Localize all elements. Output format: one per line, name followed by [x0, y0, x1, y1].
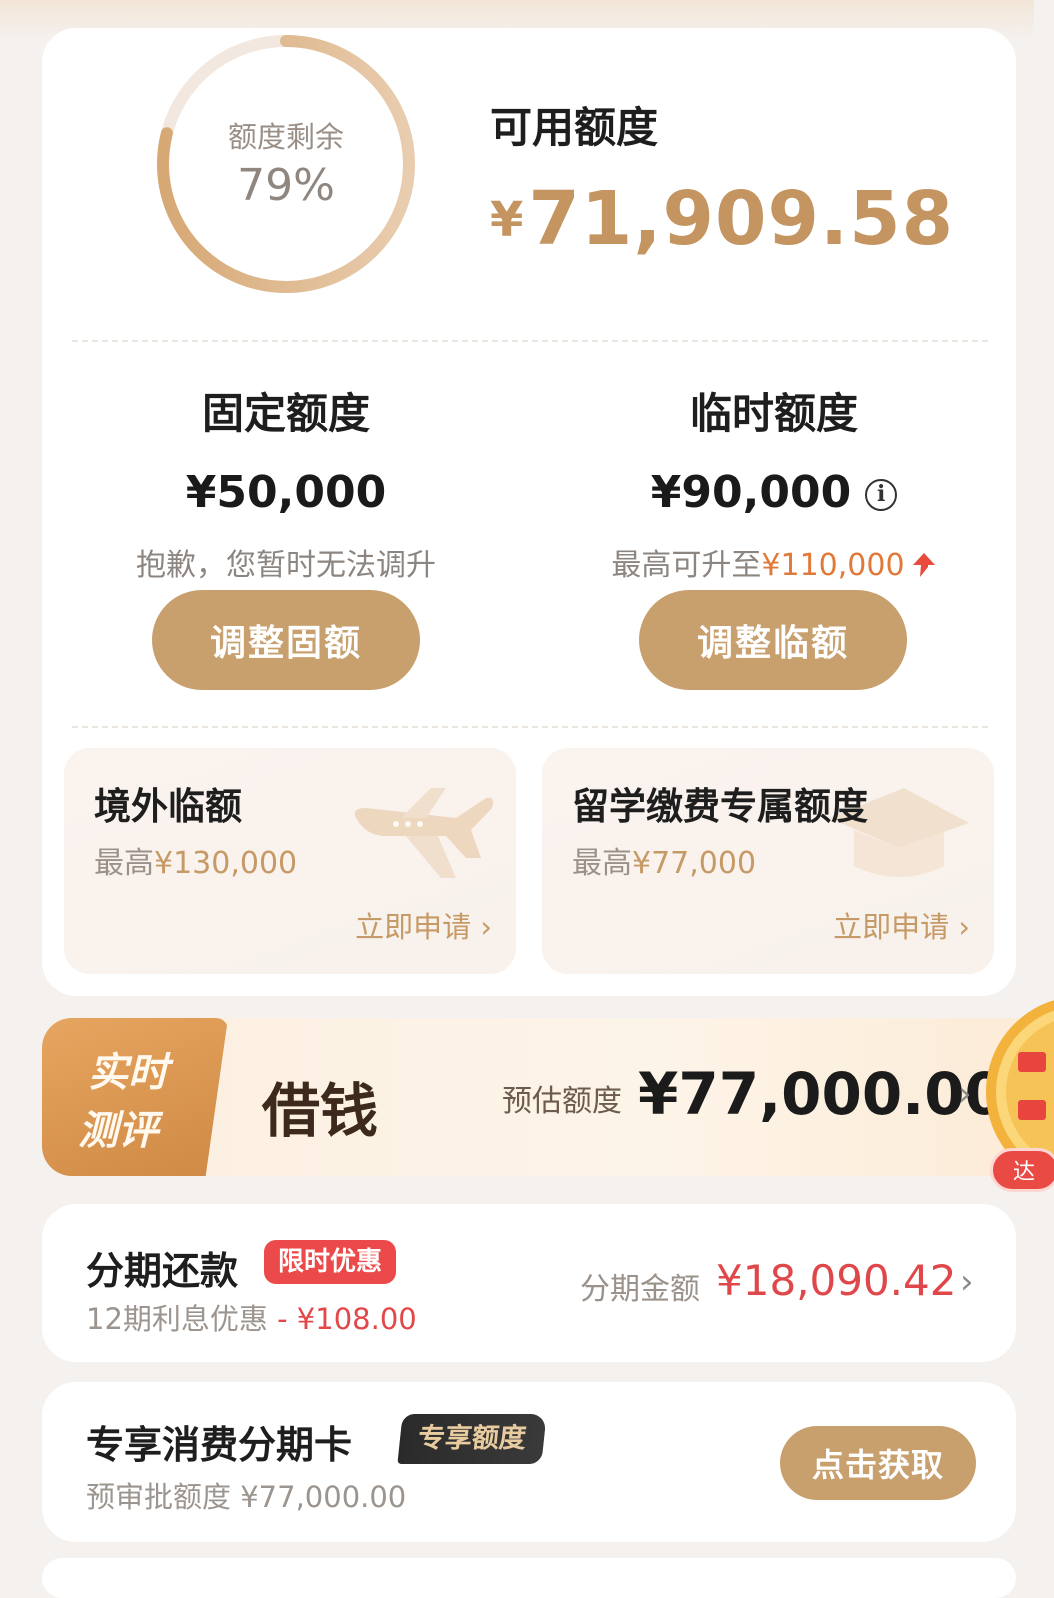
adjust-temporary-button[interactable]: 调整临额	[639, 590, 907, 690]
chevron-right-icon: ›	[958, 1074, 972, 1114]
installment-amount: ¥18,090.42	[716, 1256, 957, 1305]
study-max-amount: ¥77,000	[632, 846, 757, 881]
overseas-max-amount: ¥130,000	[154, 846, 298, 881]
temporary-credit-amount: ¥90,000	[650, 467, 852, 518]
credit-summary-card: 额度剩余 79% 可用额度 ¥71,909.58 固定额度 ¥50,000 抱歉…	[42, 28, 1016, 996]
arrow-up-icon	[912, 553, 935, 577]
overseas-credit-title: 境外临额	[94, 785, 242, 828]
exclusive-credit-badge: 专享额度	[397, 1414, 547, 1464]
get-card-button[interactable]: 点击获取	[780, 1426, 976, 1500]
fixed-credit-section: 固定额度 ¥50,000 抱歉，您暂时无法调升	[76, 380, 496, 584]
wheel-tag[interactable]: 达	[990, 1148, 1054, 1192]
airplane-icon	[354, 788, 494, 878]
available-amount-value: 71,909.58	[528, 176, 955, 262]
installment-subtitle: 12期利息优惠 - ¥108.00	[86, 1296, 417, 1338]
fixed-credit-title: 固定额度	[201, 389, 370, 438]
ring-label: 额度剩余	[227, 120, 344, 154]
divider	[72, 726, 988, 728]
temporary-credit-amount-row: ¥90,000 i	[564, 467, 984, 518]
currency-symbol: ¥	[490, 192, 525, 248]
installment-amount-label: 分期金额	[580, 1272, 700, 1307]
study-max-label: 最高	[572, 846, 632, 881]
adjust-fixed-button[interactable]: 调整固额	[152, 590, 420, 690]
study-credit-title: 留学缴费专属额度	[572, 785, 868, 828]
temporary-credit-note: 最高可升至¥110,000	[564, 540, 984, 584]
installment-title: 分期还款	[86, 1249, 239, 1293]
info-icon[interactable]: i	[865, 479, 898, 511]
next-card	[42, 1558, 1016, 1598]
exclusive-card-title: 专享消费分期卡	[86, 1423, 353, 1467]
borrow-title: 借钱	[262, 1077, 379, 1145]
fixed-credit-note: 抱歉，您暂时无法调升	[136, 548, 436, 583]
study-abroad-credit-card[interactable]: 留学缴费专属额度 最高¥77,000 立即申请 ›	[542, 748, 994, 974]
interest-discount-label: 12期利息优惠	[86, 1302, 268, 1336]
remaining-credit-ring: 额度剩余 79%	[150, 28, 422, 300]
overseas-apply-link[interactable]: 立即申请 ›	[355, 904, 492, 946]
limited-offer-badge: 限时优惠	[264, 1240, 397, 1284]
max-raise-label: 最高可升至	[611, 548, 762, 583]
temporary-credit-section: 临时额度 ¥90,000 i 最高可升至¥110,000	[564, 380, 984, 584]
study-apply-link[interactable]: 立即申请 ›	[833, 904, 970, 946]
interest-discount-amount: - ¥108.00	[277, 1302, 417, 1336]
overseas-max-label: 最高	[94, 846, 154, 881]
available-credit-amount: ¥71,909.58	[490, 176, 954, 262]
max-raise-amount: ¥110,000	[761, 548, 905, 583]
overseas-max: 最高¥130,000	[94, 838, 297, 882]
installment-card[interactable]: 分期还款 限时优惠 12期利息优惠 - ¥108.00 分期金额 ¥18,090…	[42, 1204, 1016, 1362]
fixed-credit-amount: ¥50,000	[185, 467, 387, 518]
badge-line1: 实时	[88, 1050, 168, 1096]
available-credit-title: 可用额度	[490, 103, 659, 152]
temporary-credit-title: 临时额度	[689, 389, 858, 438]
badge-line2: 测评	[78, 1108, 158, 1154]
estimate-amount: ¥77,000.00	[638, 1060, 1005, 1128]
estimate-label: 预估额度	[502, 1084, 622, 1119]
study-max: 最高¥77,000	[572, 838, 756, 882]
ring-percent: 79%	[237, 160, 335, 211]
exclusive-installment-card: 专享消费分期卡 专享额度 预审批额度 ¥77,000.00 点击获取	[42, 1382, 1016, 1542]
pre-approved-credit: 预审批额度 ¥77,000.00	[86, 1480, 407, 1514]
borrow-banner[interactable]: 实时 测评 借钱 预估额度 ¥77,000.00 ›	[42, 1018, 1052, 1176]
overseas-credit-card[interactable]: 境外临额 最高¥130,000 立即申请 ›	[64, 748, 516, 974]
divider	[72, 340, 988, 342]
chevron-right-icon: ›	[960, 1262, 974, 1302]
